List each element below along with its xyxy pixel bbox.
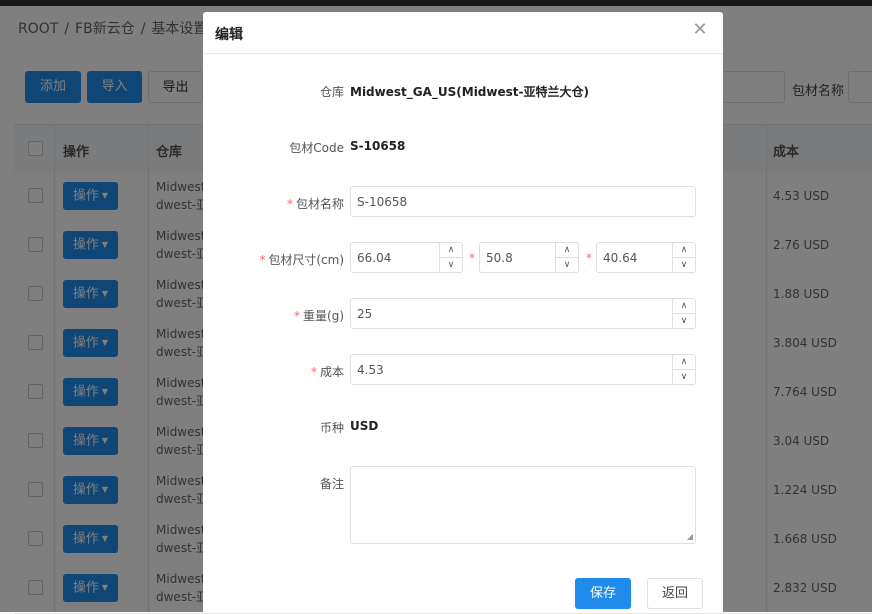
close-icon[interactable]: ✕ bbox=[692, 21, 708, 39]
required-mark: * bbox=[310, 365, 317, 379]
code-value: S-10658 bbox=[350, 139, 406, 153]
required-mark: * bbox=[469, 251, 475, 265]
size-length-input[interactable]: 66.04 ∧ ∨ bbox=[350, 242, 463, 273]
name-label: * 包材名称 bbox=[287, 195, 344, 212]
warehouse-label: 仓库 bbox=[319, 85, 344, 99]
resize-handle-icon[interactable]: ◢ bbox=[687, 533, 693, 541]
cost-stepper: ∧ ∨ bbox=[672, 355, 695, 384]
back-button[interactable]: 返回 bbox=[647, 578, 703, 609]
size-length-stepper: ∧ ∨ bbox=[439, 243, 462, 272]
size-label: * 包材尺寸(cm) bbox=[259, 251, 344, 268]
weight-input[interactable]: 25 ∧ ∨ bbox=[350, 298, 696, 329]
chevron-up-icon[interactable]: ∧ bbox=[673, 299, 695, 314]
cost-input[interactable]: 4.53 ∧ ∨ bbox=[350, 354, 696, 385]
chevron-down-icon[interactable]: ∨ bbox=[673, 258, 695, 272]
weight-value: 25 bbox=[357, 307, 373, 321]
cost-label-text: 成本 bbox=[319, 365, 344, 379]
size-width-stepper: ∧ ∨ bbox=[555, 243, 578, 272]
save-button[interactable]: 保存 bbox=[575, 578, 631, 609]
required-mark: * bbox=[586, 251, 592, 265]
cost-value: 4.53 bbox=[357, 363, 384, 377]
dialog-title: 编辑 bbox=[215, 27, 243, 43]
chevron-down-icon[interactable]: ∨ bbox=[673, 314, 695, 328]
size-label-text: 包材尺寸(cm) bbox=[268, 253, 344, 267]
currency-label: 币种 bbox=[319, 421, 344, 435]
name-input[interactable]: S-10658 bbox=[350, 186, 696, 217]
cost-label: * 成本 bbox=[311, 363, 344, 380]
remark-label: 备注 bbox=[319, 477, 344, 491]
size-width-value: 50.8 bbox=[486, 251, 513, 265]
chevron-up-icon[interactable]: ∧ bbox=[440, 243, 462, 258]
size-height-value: 40.64 bbox=[603, 251, 638, 265]
required-mark: * bbox=[286, 197, 293, 211]
size-length-value: 66.04 bbox=[357, 251, 392, 265]
warehouse-value: Midwest_GA_US(Midwest-亚特兰大仓) bbox=[350, 85, 589, 99]
remark-textarea[interactable]: ◢ bbox=[350, 466, 696, 544]
name-label-text: 包材名称 bbox=[295, 197, 344, 211]
size-height-input[interactable]: 40.64 ∧ ∨ bbox=[596, 242, 696, 273]
required-mark: * bbox=[294, 309, 301, 323]
chevron-up-icon[interactable]: ∧ bbox=[556, 243, 578, 258]
chevron-down-icon[interactable]: ∨ bbox=[673, 370, 695, 384]
chevron-down-icon[interactable]: ∨ bbox=[440, 258, 462, 272]
required-mark: * bbox=[259, 253, 266, 267]
edit-dialog: 编辑 ✕ 仓库 Midwest_GA_US(Midwest-亚特兰大仓) 包材C… bbox=[203, 12, 723, 612]
weight-label: * 重量(g) bbox=[294, 307, 344, 324]
size-height-stepper: ∧ ∨ bbox=[672, 243, 695, 272]
chevron-up-icon[interactable]: ∧ bbox=[673, 243, 695, 258]
size-width-input[interactable]: 50.8 ∧ ∨ bbox=[479, 242, 579, 273]
weight-stepper: ∧ ∨ bbox=[672, 299, 695, 328]
chevron-down-icon[interactable]: ∨ bbox=[556, 258, 578, 272]
currency-value: USD bbox=[350, 419, 379, 433]
weight-label-text: 重量(g) bbox=[303, 309, 344, 323]
chevron-up-icon[interactable]: ∧ bbox=[673, 355, 695, 370]
code-label: 包材Code bbox=[289, 141, 344, 155]
dialog-header: 编辑 ✕ bbox=[203, 12, 723, 54]
name-input-value: S-10658 bbox=[357, 195, 408, 209]
